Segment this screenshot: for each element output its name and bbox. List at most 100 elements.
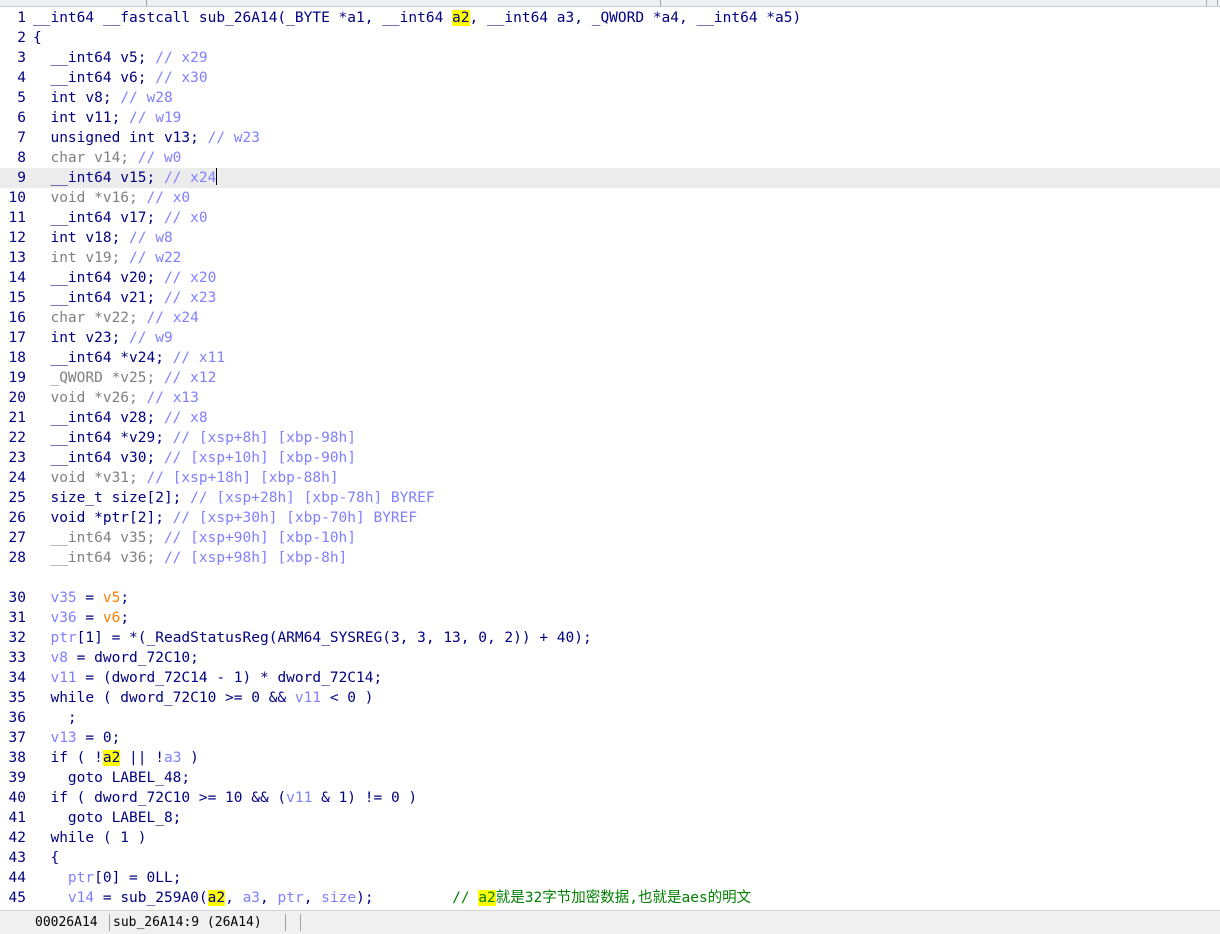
code-text[interactable]: int v23; // w9 bbox=[33, 328, 172, 348]
code-line[interactable]: 7 unsigned int v13; // w23 bbox=[0, 128, 1220, 148]
code-line[interactable]: 42 while ( 1 ) bbox=[0, 828, 1220, 848]
code-token: // x0 bbox=[163, 210, 208, 226]
code-line[interactable]: 14 __int64 v20; // x20 bbox=[0, 268, 1220, 288]
code-line[interactable]: 32 ptr[1] = *(_ReadStatusReg(ARM64_SYSRE… bbox=[0, 628, 1220, 648]
code-line[interactable]: 1 __int64 __fastcall sub_26A14(_BYTE *a1,… bbox=[0, 8, 1220, 28]
code-text[interactable]: ptr[1] = *(_ReadStatusReg(ARM64_SYSREG(3… bbox=[33, 628, 591, 648]
code-line[interactable]: 2{ bbox=[0, 28, 1220, 48]
code-text[interactable]: void *v31; // [xsp+18h] [xbp-88h] bbox=[33, 468, 338, 488]
code-line[interactable]: 35 while ( dword_72C10 >= 0 && v11 < 0 ) bbox=[0, 688, 1220, 708]
code-text[interactable]: unsigned int v13; // w23 bbox=[33, 128, 260, 148]
code-line[interactable]: 33 v8 = dword_72C10; bbox=[0, 648, 1220, 668]
code-token: // x8 bbox=[163, 410, 208, 426]
code-text[interactable]: __int64 v21; // x23 bbox=[33, 288, 216, 308]
code-text[interactable]: __int64 v20; // x20 bbox=[33, 268, 216, 288]
code-line[interactable] bbox=[0, 568, 1220, 588]
code-text[interactable]: int v11; // w19 bbox=[33, 108, 181, 128]
code-text[interactable]: v13 = 0; bbox=[33, 728, 120, 748]
code-line[interactable]: 27 __int64 v35; // [xsp+90h] [xbp-10h] bbox=[0, 528, 1220, 548]
code-text[interactable]: ; bbox=[33, 708, 77, 728]
code-text[interactable]: __int64 v15; // x24 bbox=[33, 168, 218, 188]
code-line[interactable]: 3 __int64 v5; // x29 bbox=[0, 48, 1220, 68]
code-text[interactable]: char v14; // w0 bbox=[33, 148, 181, 168]
code-text[interactable]: int v19; // w22 bbox=[33, 248, 181, 268]
code-text[interactable]: void *v16; // x0 bbox=[33, 188, 190, 208]
code-line[interactable]: 19 _QWORD *v25; // x12 bbox=[0, 368, 1220, 388]
code-text[interactable]: size_t size[2]; // [xsp+28h] [xbp-78h] B… bbox=[33, 488, 434, 508]
code-text[interactable]: int v18; // w8 bbox=[33, 228, 172, 248]
code-text[interactable]: if ( dword_72C10 >= 10 && (v11 & 1) != 0… bbox=[33, 788, 417, 808]
line-number: 38 bbox=[8, 750, 26, 766]
code-line[interactable]: 20 void *v26; // x13 bbox=[0, 388, 1220, 408]
code-text[interactable]: __int64 *v24; // x11 bbox=[33, 348, 225, 368]
code-text[interactable]: goto LABEL_48; bbox=[33, 768, 190, 788]
code-line[interactable]: 25 size_t size[2]; // [xsp+28h] [xbp-78h… bbox=[0, 488, 1220, 508]
status-address: 00026A14 bbox=[35, 915, 98, 930]
code-line[interactable]: 13 int v19; // w22 bbox=[0, 248, 1220, 268]
code-text[interactable]: { bbox=[33, 848, 59, 868]
line-number: 39 bbox=[8, 770, 26, 786]
code-line[interactable]: 11 __int64 v17; // x0 bbox=[0, 208, 1220, 228]
code-text[interactable]: __int64 v28; // x8 bbox=[33, 408, 208, 428]
code-token: a2 bbox=[452, 10, 470, 26]
code-text[interactable]: __int64 *v29; // [xsp+8h] [xbp-98h] bbox=[33, 428, 356, 448]
code-line[interactable]: 23 __int64 v30; // [xsp+10h] [xbp-90h] bbox=[0, 448, 1220, 468]
code-text[interactable]: __int64 v35; // [xsp+90h] [xbp-10h] bbox=[33, 528, 356, 548]
code-line[interactable]: 24 void *v31; // [xsp+18h] [xbp-88h] bbox=[0, 468, 1220, 488]
code-line[interactable]: 28 __int64 v36; // [xsp+98h] [xbp-8h] bbox=[0, 548, 1220, 568]
code-text[interactable]: while ( 1 ) bbox=[33, 828, 146, 848]
code-line[interactable]: 45 v14 = sub_259A0(a2, a3, ptr, size); /… bbox=[0, 888, 1220, 908]
code-line[interactable]: 4 __int64 v6; // x30 bbox=[0, 68, 1220, 88]
code-line[interactable]: 5 int v8; // w28 bbox=[0, 88, 1220, 108]
code-line[interactable]: 38 if ( !a2 || !a3 ) bbox=[0, 748, 1220, 768]
code-line[interactable]: 15 __int64 v21; // x23 bbox=[0, 288, 1220, 308]
code-text[interactable]: v8 = dword_72C10; bbox=[33, 648, 198, 668]
code-text[interactable]: ptr[0] = 0LL; bbox=[33, 868, 182, 888]
code-line[interactable]: 30 v35 = v5; bbox=[0, 588, 1220, 608]
code-line[interactable]: 16 char *v22; // x24 bbox=[0, 308, 1220, 328]
code-line[interactable]: 43 { bbox=[0, 848, 1220, 868]
code-text[interactable]: v11 = (dword_72C14 - 1) * dword_72C14; bbox=[33, 668, 382, 688]
code-text[interactable]: _QWORD *v25; // x12 bbox=[33, 368, 216, 388]
code-line[interactable]: 6 int v11; // w19 bbox=[0, 108, 1220, 128]
code-text[interactable]: int v8; // w28 bbox=[33, 88, 172, 108]
code-text[interactable]: __int64 v6; // x30 bbox=[33, 68, 207, 88]
code-text[interactable]: __int64 v36; // [xsp+98h] [xbp-8h] bbox=[33, 548, 347, 568]
code-text[interactable]: v14 = sub_259A0(a2, a3, ptr, size); // a… bbox=[33, 888, 751, 908]
code-line[interactable]: 21 __int64 v28; // x8 bbox=[0, 408, 1220, 428]
code-line[interactable]: 36 ; bbox=[0, 708, 1220, 728]
code-line[interactable]: 9 __int64 v15; // x24 bbox=[0, 168, 1220, 188]
code-line[interactable]: 22 __int64 *v29; // [xsp+8h] [xbp-98h] bbox=[0, 428, 1220, 448]
close-icon[interactable] bbox=[1206, 0, 1218, 6]
code-text[interactable]: v35 = v5; bbox=[33, 588, 129, 608]
code-text[interactable]: __int64 __fastcall sub_26A14(_BYTE *a1, … bbox=[33, 8, 801, 28]
code-line[interactable]: 8 char v14; // w0 bbox=[0, 148, 1220, 168]
code-line[interactable]: 37 v13 = 0; bbox=[0, 728, 1220, 748]
code-text[interactable]: __int64 v30; // [xsp+10h] [xbp-90h] bbox=[33, 448, 356, 468]
code-text[interactable]: if ( !a2 || !a3 ) bbox=[33, 748, 199, 768]
code-token: { bbox=[33, 30, 42, 46]
code-line[interactable]: 12 int v18; // w8 bbox=[0, 228, 1220, 248]
code-line[interactable]: 34 v11 = (dword_72C14 - 1) * dword_72C14… bbox=[0, 668, 1220, 688]
code-token: __int64 *v29; bbox=[33, 430, 173, 446]
code-line[interactable]: 41 goto LABEL_8; bbox=[0, 808, 1220, 828]
code-text[interactable]: goto LABEL_8; bbox=[33, 808, 182, 828]
code-line[interactable]: 39 goto LABEL_48; bbox=[0, 768, 1220, 788]
code-text[interactable]: v36 = v6; bbox=[33, 608, 129, 628]
code-text[interactable]: void *v26; // x13 bbox=[33, 388, 198, 408]
code-line[interactable]: 31 v36 = v6; bbox=[0, 608, 1220, 628]
code-line[interactable]: 44 ptr[0] = 0LL; bbox=[0, 868, 1220, 888]
code-text[interactable]: void *ptr[2]; // [xsp+30h] [xbp-70h] BYR… bbox=[33, 508, 417, 528]
code-text[interactable]: { bbox=[33, 28, 42, 48]
code-text[interactable]: while ( dword_72C10 >= 0 && v11 < 0 ) bbox=[33, 688, 373, 708]
pseudocode-view[interactable]: 1 __int64 __fastcall sub_26A14(_BYTE *a1,… bbox=[0, 8, 1220, 910]
code-text[interactable]: __int64 v5; // x29 bbox=[33, 48, 207, 68]
code-text[interactable]: __int64 v17; // x0 bbox=[33, 208, 208, 228]
code-line[interactable]: 10 void *v16; // x0 bbox=[0, 188, 1220, 208]
code-line[interactable]: 26 void *ptr[2]; // [xsp+30h] [xbp-70h] … bbox=[0, 508, 1220, 528]
code-text[interactable]: char *v22; // x24 bbox=[33, 308, 198, 328]
code-line[interactable]: 40 if ( dword_72C10 >= 10 && (v11 & 1) !… bbox=[0, 788, 1220, 808]
code-line[interactable]: 18 __int64 *v24; // x11 bbox=[0, 348, 1220, 368]
code-line[interactable]: 17 int v23; // w9 bbox=[0, 328, 1220, 348]
